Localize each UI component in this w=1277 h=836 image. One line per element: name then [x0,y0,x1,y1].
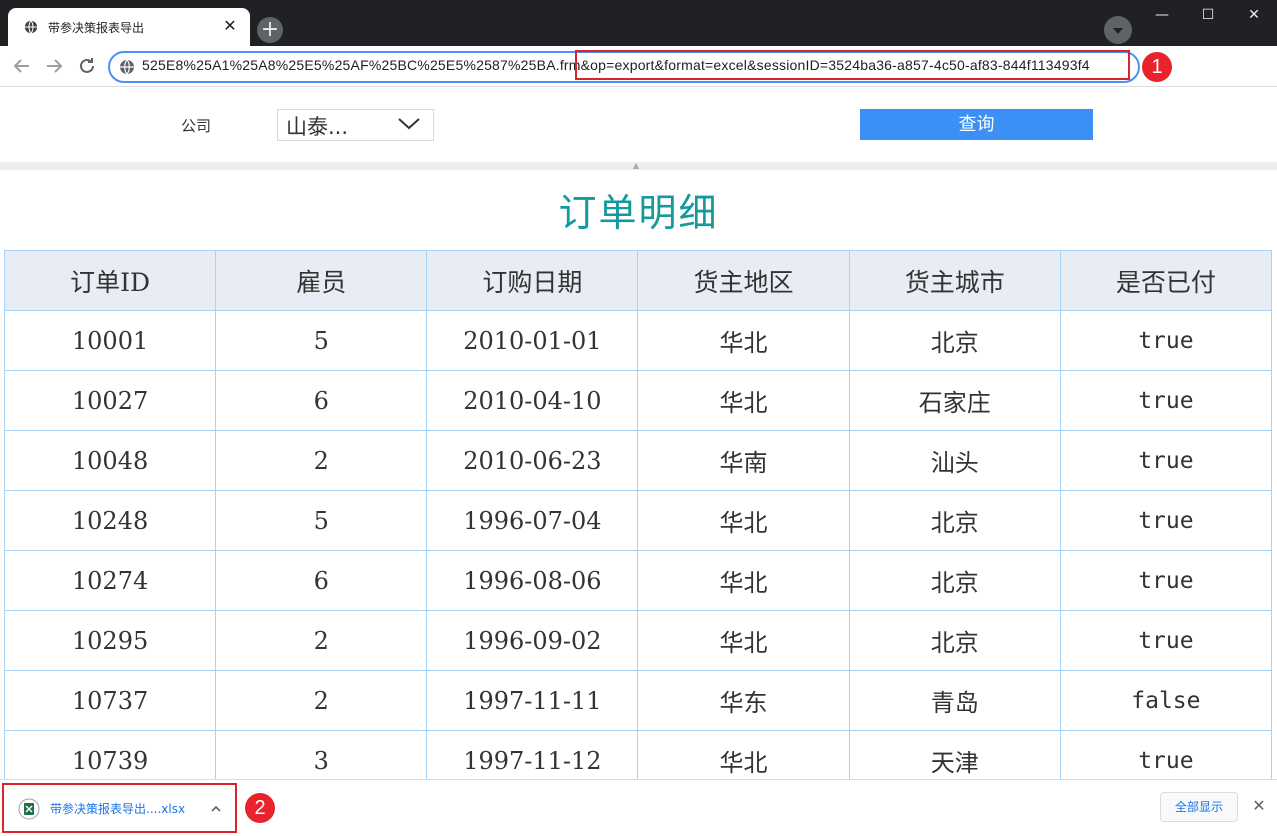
order-id-cell: 10001 [3,310,217,371]
window-close-button[interactable]: ✕ [1231,0,1277,30]
order-id-cell: 10737 [3,670,217,731]
maximize-button[interactable]: ☐ [1185,0,1231,30]
employee-cell: 5 [215,310,428,371]
table-header-row: 订单ID 雇员 订购日期 货主地区 货主城市 是否已付 [3,250,1273,311]
url-highlight-box [575,50,1130,80]
order-id-cell: 10027 [3,370,217,431]
company-select-value: 山泰... [286,115,349,139]
city-cell: 北京 [848,610,1061,671]
download-bar: 带参决策报表导出....xlsx 全部显示 ✕ [0,779,1277,836]
tab-close-icon[interactable]: ✕ [220,16,240,36]
paid-cell: true [1059,430,1273,491]
city-cell: 青岛 [848,670,1061,731]
annotation-badge-2: 2 [245,793,275,823]
reload-icon[interactable] [75,54,99,78]
order-id-cell: 10048 [3,430,217,491]
browser-tab[interactable]: 带参决策报表导出 ✕ [8,8,250,46]
close-download-bar-icon[interactable]: ✕ [1249,794,1269,818]
order-id-cell: 10295 [3,610,217,671]
tab-search-icon[interactable] [1104,16,1132,44]
column-header: 货主城市 [848,250,1061,311]
employee-cell: 6 [215,370,428,431]
browser-tab-strip: 带参决策报表导出 ✕ + — ☐ ✕ [0,0,1277,46]
city-cell: 北京 [848,550,1061,611]
order-id-cell: 10274 [3,550,217,611]
table-row: 10274 6 1996-08-06 华北 北京 true [3,550,1273,611]
download-file-name: 带参决策报表导出....xlsx [50,802,186,816]
paid-cell: false [1059,670,1273,731]
query-button[interactable]: 查询 [860,109,1093,140]
order-date-cell: 2010-01-01 [426,310,639,371]
chevron-up-icon[interactable] [209,802,223,816]
city-cell: 北京 [848,310,1061,371]
globe-icon [24,20,38,34]
order-date-cell: 1996-09-02 [426,610,639,671]
paid-cell: true [1059,370,1273,431]
order-date-cell: 2010-04-10 [426,370,639,431]
employee-cell: 2 [215,430,428,491]
column-header: 货主地区 [637,250,850,311]
company-label: 公司 [181,117,212,135]
annotation-badge-1: 1 [1142,52,1172,82]
excel-file-icon [18,798,40,820]
new-tab-button[interactable]: + [257,17,283,43]
order-table: 订单ID 雇员 订购日期 货主地区 货主城市 是否已付 10001 5 2010… [3,250,1273,791]
column-header: 订单ID [3,250,217,311]
table-row: 10737 2 1997-11-11 华东 青岛 false [3,670,1273,731]
region-cell: 华北 [637,610,850,671]
column-header: 订购日期 [426,250,639,311]
panel-splitter[interactable]: ▲ [0,162,1277,170]
show-all-downloads-button[interactable]: 全部显示 [1160,792,1238,822]
table-row: 10001 5 2010-01-01 华北 北京 true [3,310,1273,371]
order-date-cell: 1996-08-06 [426,550,639,611]
region-cell: 华北 [637,370,850,431]
paid-cell: true [1059,490,1273,551]
company-select[interactable]: 山泰... [277,109,434,141]
collapse-handle-icon[interactable]: ▲ [633,162,639,170]
city-cell: 北京 [848,490,1061,551]
employee-cell: 5 [215,490,428,551]
employee-cell: 2 [215,610,428,671]
region-cell: 华北 [637,490,850,551]
column-header: 雇员 [215,250,428,311]
table-row: 10295 2 1996-09-02 华北 北京 true [3,610,1273,671]
table-row: 10027 6 2010-04-10 华北 石家庄 true [3,370,1273,431]
paid-cell: true [1059,610,1273,671]
chevron-down-icon [398,118,420,130]
employee-cell: 6 [215,550,428,611]
table-row: 10048 2 2010-06-23 华南 汕头 true [3,430,1273,491]
order-date-cell: 1996-07-04 [426,490,639,551]
minimize-button[interactable]: — [1139,0,1185,30]
city-cell: 石家庄 [848,370,1061,431]
order-date-cell: 2010-06-23 [426,430,639,491]
tab-title: 带参决策报表导出 [48,21,145,35]
order-id-cell: 10248 [3,490,217,551]
region-cell: 华北 [637,550,850,611]
forward-arrow-icon[interactable] [42,54,66,78]
site-info-icon[interactable] [119,59,135,75]
parameter-panel: 公司 山泰... 查询 [0,87,1277,162]
report-title: 订单明细 [558,191,719,235]
download-item[interactable]: 带参决策报表导出....xlsx [2,783,237,833]
region-cell: 华北 [637,310,850,371]
back-arrow-icon[interactable] [10,54,34,78]
table-row: 10248 5 1996-07-04 华北 北京 true [3,490,1273,551]
column-header: 是否已付 [1059,250,1273,311]
region-cell: 华东 [637,670,850,731]
paid-cell: true [1059,550,1273,611]
order-date-cell: 1997-11-11 [426,670,639,731]
employee-cell: 2 [215,670,428,731]
region-cell: 华南 [637,430,850,491]
paid-cell: true [1059,310,1273,371]
city-cell: 汕头 [848,430,1061,491]
